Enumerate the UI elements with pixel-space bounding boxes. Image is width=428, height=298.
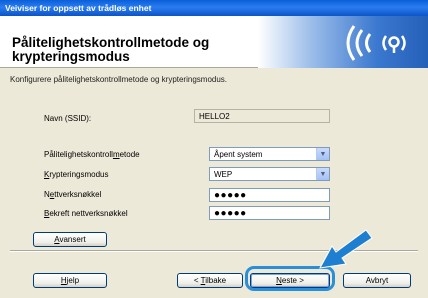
cancel-button-label: Avbryt <box>365 276 389 285</box>
window-titlebar: Veiviser for oppsett av trådløs enhet <box>0 0 428 16</box>
ssid-field: HELLO2 <box>194 109 330 123</box>
chevron-down-icon[interactable]: ▼ <box>316 168 329 180</box>
confirm-key-input[interactable]: ●●●●● <box>209 206 330 220</box>
window-title: Veiviser for oppsett av trådløs enhet <box>5 3 152 13</box>
chevron-down-icon[interactable]: ▼ <box>316 148 329 160</box>
page-description: Konfigurere pålitelighetskontrollmetode … <box>10 75 228 84</box>
help-button-label: Hjelp <box>60 276 80 285</box>
encryption-mode-value: WEP <box>214 170 233 179</box>
wireless-banner <box>258 16 428 68</box>
back-button-label: < Tilbake <box>193 276 227 285</box>
network-key-value: ●●●●● <box>214 190 247 201</box>
auth-method-label: Pålitelighetskontrollmetode <box>44 150 140 159</box>
cancel-button[interactable]: Avbryt <box>343 273 411 288</box>
encryption-mode-select[interactable]: WEP ▼ <box>209 167 330 181</box>
back-button[interactable]: < Tilbake <box>177 273 243 288</box>
wireless-signal-icon <box>346 25 406 61</box>
ssid-label: Navn (SSID): <box>44 114 92 123</box>
advanced-button[interactable]: Avansert <box>33 232 107 247</box>
encryption-mode-label: Krypteringsmodus <box>44 170 109 179</box>
pointer-arrow-icon <box>319 229 373 269</box>
network-key-input[interactable]: ●●●●● <box>209 188 330 202</box>
confirm-key-label: Bekreft nettverksnøkkel <box>44 209 128 218</box>
auth-method-select[interactable]: Åpent system ▼ <box>209 147 330 161</box>
confirm-key-value: ●●●●● <box>214 208 247 219</box>
ssid-value: HELLO2 <box>199 112 230 121</box>
network-key-label: Nettverksnøkkel <box>44 190 102 199</box>
auth-method-value: Åpent system <box>214 150 263 159</box>
page-title: Pålitelighetskontrollmetode og krypterin… <box>12 35 210 64</box>
help-button[interactable]: Hjelp <box>33 273 107 288</box>
advanced-button-label: Avansert <box>54 235 86 244</box>
